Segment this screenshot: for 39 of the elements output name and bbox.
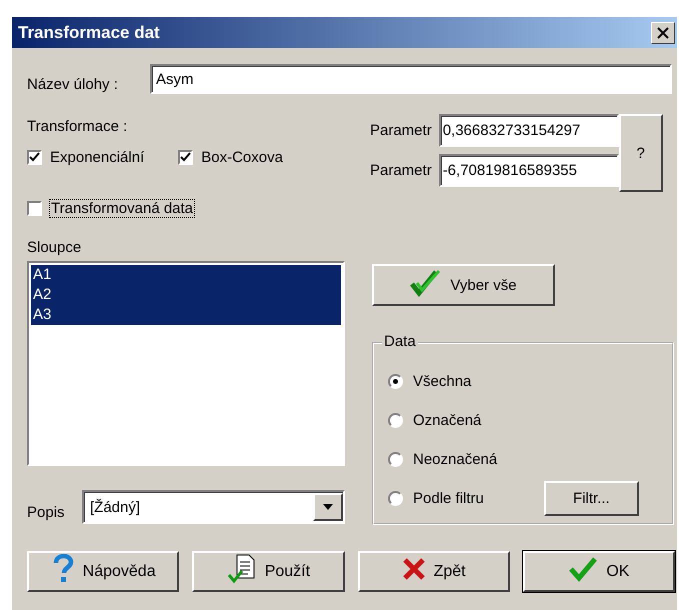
list-item[interactable]: A2 (31, 285, 341, 305)
radio-label: Podle filtru (413, 490, 484, 507)
checkbox[interactable] (178, 150, 194, 165)
dialog-button[interactable]: Použít (192, 551, 344, 592)
checkbox[interactable] (27, 201, 42, 216)
parameter-field[interactable]: 0,366832733154297 (438, 114, 619, 147)
checkbox[interactable] (27, 150, 42, 165)
list-item[interactable]: A3 (31, 305, 341, 325)
checkbox-label: Box-Coxova (201, 149, 283, 166)
field-label: Název úlohy : (27, 76, 119, 92)
field-label: Popis (27, 504, 66, 520)
dialog-button[interactable]: Zpět (358, 551, 510, 592)
close-icon (657, 26, 669, 38)
select-all-button[interactable]: Vyber vše (372, 264, 555, 306)
section-label: Transformace : (27, 118, 128, 135)
close-button[interactable] (651, 22, 675, 44)
help-button[interactable]: ? (618, 114, 663, 192)
radio-label: Neoznačená (413, 451, 498, 468)
field-label: Parametr (370, 122, 432, 139)
radio-button[interactable] (388, 413, 403, 428)
dialog-button[interactable]: OK (522, 551, 675, 592)
window-title: Transformace dat (18, 22, 160, 42)
description-dropdown[interactable]: [Žádný] (82, 490, 345, 524)
radio-button[interactable] (388, 374, 403, 389)
parameter-field[interactable]: -6,70819816589355 (438, 154, 619, 187)
dialog-button[interactable]: Nápověda (27, 551, 180, 592)
field-label: Parametr (370, 162, 432, 179)
column-list[interactable]: A1 A2 A3 (27, 261, 345, 466)
radio-button[interactable] (388, 491, 403, 506)
task-name-field[interactable]: Asym (150, 64, 672, 94)
checkbox-label: Exponenciální (50, 149, 144, 166)
filter-button[interactable]: Filtr... (544, 481, 639, 516)
list-item[interactable]: A1 (31, 265, 341, 285)
radio-label: Označená (413, 412, 482, 429)
section-label: Sloupce (27, 239, 82, 256)
checkbox-label: Transformovaná data (50, 200, 194, 217)
dropdown-value: [Žádný] (90, 498, 140, 516)
radio-label: Všechna (413, 373, 472, 390)
radio-button[interactable] (388, 452, 403, 467)
